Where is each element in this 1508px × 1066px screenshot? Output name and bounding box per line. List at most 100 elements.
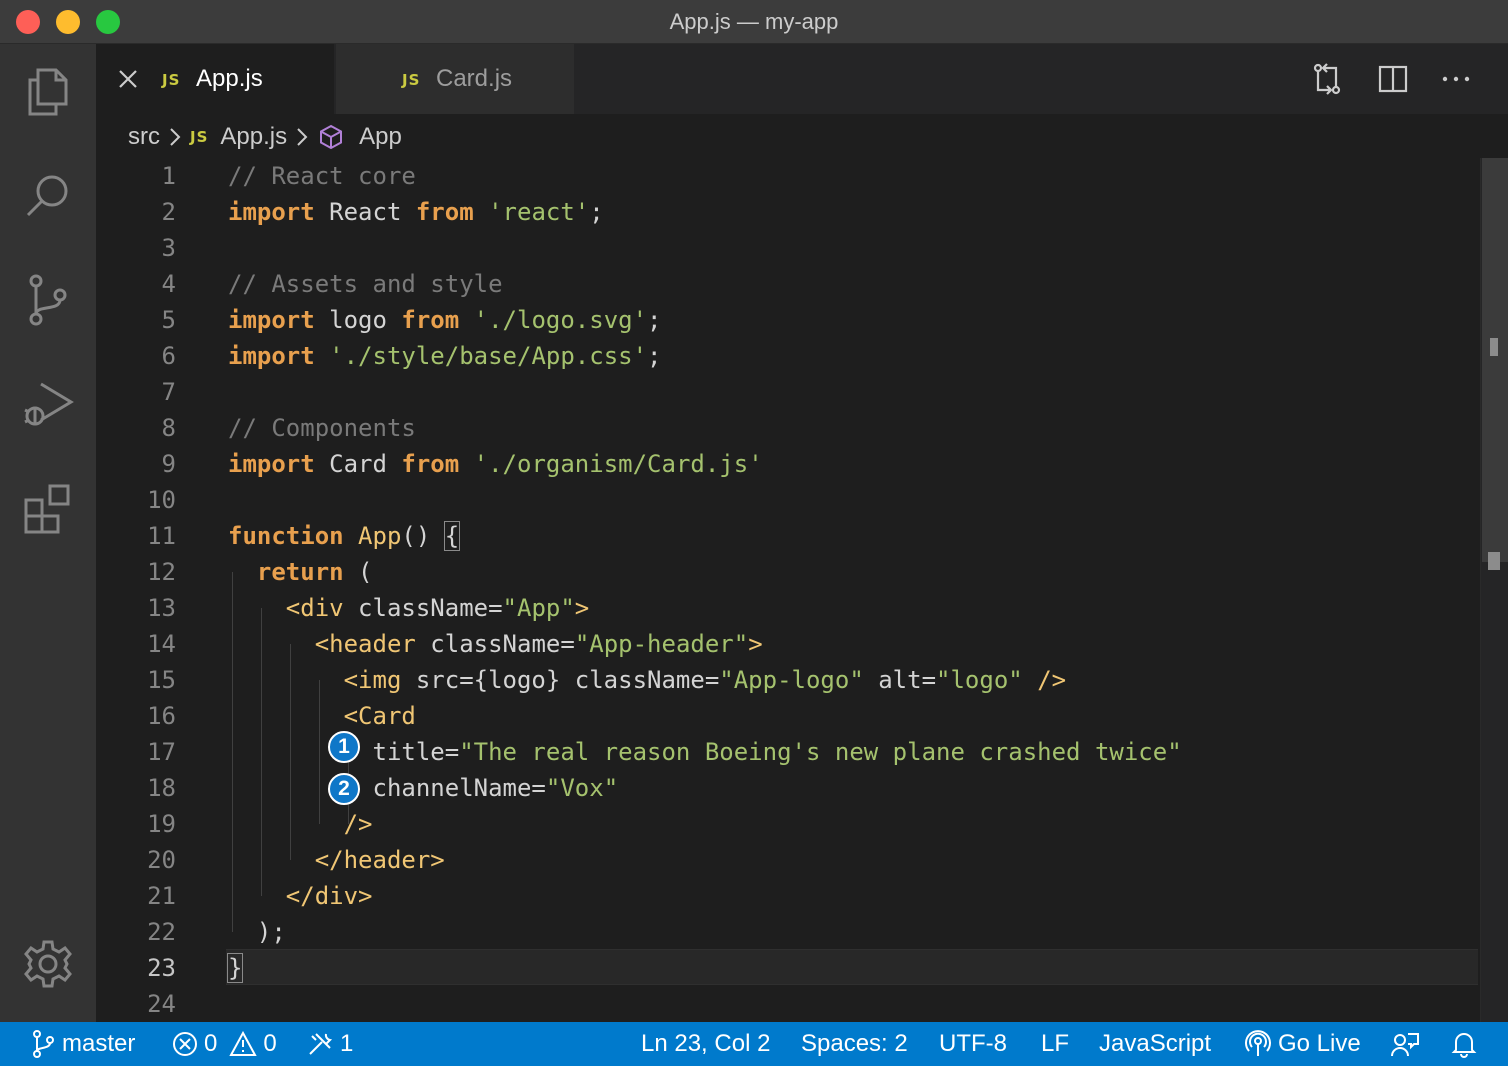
chevron-right-icon (297, 128, 308, 146)
tab-card-js[interactable]: JS Card.js (336, 44, 574, 114)
chevron-right-icon (170, 128, 181, 146)
source-control-icon[interactable] (20, 272, 76, 328)
line-text: function App() { (228, 521, 461, 551)
js-file-icon: JS (162, 71, 181, 89)
line-number: 12 (147, 558, 176, 586)
go-live-button[interactable]: Go Live (1244, 1022, 1361, 1066)
line-number: 6 (161, 342, 176, 370)
line-text: import './style/base/App.css'; (228, 342, 662, 370)
js-file-icon: JS (402, 71, 421, 89)
error-icon (173, 1032, 197, 1056)
line-text: // Components (228, 414, 416, 442)
line-text: </div> (285, 882, 373, 910)
bell-icon (1451, 1033, 1477, 1058)
line-number: 22 (147, 918, 176, 946)
tools-status[interactable]: 1 (306, 1022, 353, 1066)
line-number: 15 (147, 666, 176, 694)
line-number: 16 (147, 702, 176, 730)
tab-label: Card.js (436, 65, 513, 92)
tab-app-js[interactable]: JS App.js (96, 44, 334, 114)
language-mode[interactable]: JavaScript (1099, 1022, 1211, 1066)
symbol-class-icon (320, 124, 343, 150)
code-editor[interactable]: 1 // React core 2 import React from 'react… (96, 158, 1508, 1022)
line-number: 1 (161, 162, 176, 190)
more-actions-icon[interactable] (1439, 62, 1473, 96)
line-number: 11 (147, 522, 176, 550)
branch-status[interactable]: master (30, 1022, 135, 1066)
explorer-icon[interactable] (20, 64, 76, 120)
warning-count: 0 (263, 1030, 277, 1057)
line-number: 21 (147, 882, 176, 910)
branch-name: master (62, 1030, 136, 1057)
go-live-label: Go Live (1278, 1030, 1361, 1057)
window-title: App.js — my-app (669, 9, 839, 34)
overview-ruler-mark (1490, 338, 1498, 356)
line-number: 17 (147, 738, 176, 766)
js-file-icon: JS (190, 128, 209, 146)
line-text: return ( (256, 558, 373, 586)
error-count: 0 (204, 1030, 218, 1057)
problems-status[interactable]: 0 0 (172, 1022, 277, 1066)
line-number: 10 (147, 486, 176, 514)
line-text: ); (228, 918, 286, 946)
open-changes-icon[interactable] (1310, 62, 1344, 96)
breadcrumb-symbol[interactable]: App (359, 123, 402, 151)
line-number: 9 (161, 450, 176, 478)
search-icon[interactable] (20, 168, 76, 224)
breadcrumb-file[interactable]: App.js (220, 123, 287, 151)
notifications-button[interactable] (1450, 1022, 1478, 1066)
tools-icon (309, 1033, 333, 1055)
activity-bar (0, 44, 96, 1022)
line-text: <img src={logo} className="App-logo" alt… (343, 666, 1067, 694)
line-text: <Card (343, 702, 416, 730)
status-bar: master 0 0 1 Ln 23, Col 2 Spaces: 2 UTF-… (0, 1022, 1508, 1066)
line-text: </header> (314, 846, 445, 874)
line-text: /> (343, 810, 373, 838)
indentation-status[interactable]: Spaces: 2 (801, 1022, 908, 1066)
line-number: 8 (161, 414, 176, 442)
extensions-icon[interactable] (20, 480, 76, 536)
tab-label: App.js (196, 65, 263, 92)
breadcrumb-folder[interactable]: src (128, 123, 160, 151)
line-number: 18 (147, 774, 176, 802)
line-number: 24 (147, 990, 176, 1018)
editor-tab-bar: JS App.js JS Card.js (96, 44, 1508, 114)
line-number: 2 (161, 198, 176, 226)
line-text: // Assets and style (228, 270, 503, 298)
eol-status[interactable]: LF (1041, 1022, 1069, 1066)
breadcrumb: src JS App.js App (128, 120, 402, 154)
cursor-position-mark (1488, 552, 1500, 570)
line-text: <header className="App-header"> (314, 630, 763, 658)
line-text: import logo from './logo.svg'; (228, 306, 662, 334)
line-number: 7 (161, 378, 176, 406)
tools-count: 1 (340, 1030, 354, 1057)
scrollbar-thumb[interactable] (1482, 158, 1508, 562)
encoding-status[interactable]: UTF-8 (939, 1022, 1007, 1066)
line-text: title="The real reason Boeing's new plan… (372, 738, 1182, 766)
annotation-marker: 2 (328, 773, 360, 805)
line-number: 19 (147, 810, 176, 838)
line-text: channelName="Vox" (228, 774, 619, 802)
line-text: <div className="App"> (285, 594, 590, 622)
title-bar: App.js — my-app (0, 0, 1508, 44)
git-branch-icon (33, 1030, 54, 1058)
line-number: 13 (147, 594, 176, 622)
annotation-marker: 1 (328, 731, 360, 763)
line-number: 23 (147, 954, 176, 982)
line-text: } (226, 953, 244, 983)
feedback-button[interactable] (1390, 1022, 1420, 1066)
line-number: 14 (147, 630, 176, 658)
line-number: 5 (161, 306, 176, 334)
settings-gear-icon[interactable] (20, 936, 76, 992)
cursor-position[interactable]: Ln 23, Col 2 (641, 1022, 770, 1066)
run-debug-icon[interactable] (20, 376, 76, 432)
line-text: import React from 'react'; (228, 198, 604, 226)
line-number: 20 (147, 846, 176, 874)
close-icon[interactable] (116, 67, 140, 91)
split-editor-icon[interactable] (1376, 62, 1410, 96)
current-line-highlight (226, 949, 1478, 985)
line-number: 4 (161, 270, 176, 298)
line-text: // React core (228, 162, 416, 190)
feedback-icon (1391, 1033, 1419, 1057)
warning-icon (229, 1031, 258, 1056)
